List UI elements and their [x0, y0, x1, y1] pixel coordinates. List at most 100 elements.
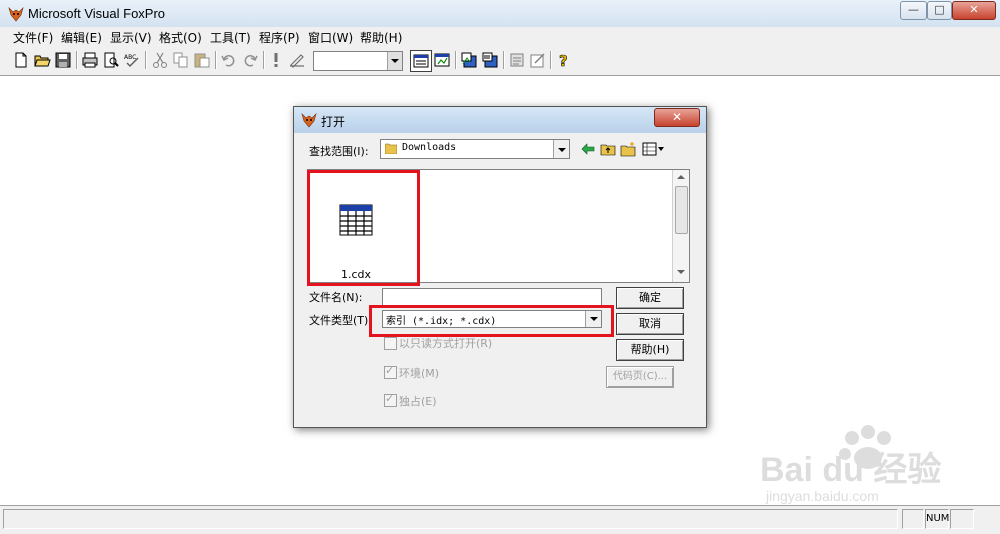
- up-folder-icon[interactable]: [600, 141, 616, 157]
- new-icon: [15, 52, 27, 68]
- save-icon: [55, 52, 71, 68]
- toolbar-combo[interactable]: [313, 51, 403, 71]
- open-button[interactable]: [32, 50, 52, 70]
- toolbar-separator: [550, 51, 552, 69]
- new-folder-icon[interactable]: [620, 141, 636, 157]
- open-dialog: 打开 ✕ 查找范围(I): Downloads 1.cdx 文件名(N): 文件…: [293, 106, 707, 428]
- menu-tools[interactable]: 工具(T): [210, 29, 251, 46]
- title-bar: Microsoft Visual FoxPro — □ ✕: [0, 0, 1000, 28]
- print-preview-icon: [104, 52, 119, 68]
- redo-button[interactable]: [240, 50, 260, 70]
- print-button[interactable]: [80, 50, 100, 70]
- filename-label: 文件名(N):: [309, 291, 363, 304]
- toolbar-separator: [76, 51, 78, 69]
- spell-check-button[interactable]: ABC: [122, 50, 142, 70]
- foxpro-icon: [301, 112, 317, 128]
- standard-toolbar: ABC ?: [0, 45, 1000, 76]
- toolbar-separator: [145, 51, 147, 69]
- status-cell-caps: [950, 509, 974, 529]
- cut-icon: [153, 52, 167, 68]
- code-button[interactable]: [507, 50, 527, 70]
- readonly-label: 以只读方式打开(R): [399, 337, 493, 350]
- menu-bar: 文件(F) 编辑(E) 显示(V) 格式(O) 工具(T) 程序(P) 窗口(W…: [0, 27, 1000, 45]
- filename-input[interactable]: [382, 288, 602, 306]
- toolbar-separator: [503, 51, 505, 69]
- view-menu-icon[interactable]: [642, 141, 666, 157]
- status-message: [3, 509, 898, 529]
- code-icon: [510, 53, 524, 67]
- help-dialog-button[interactable]: 帮助(H): [616, 339, 684, 361]
- report-designer-button[interactable]: [480, 50, 500, 70]
- codepage-button[interactable]: 代码页(C)...: [606, 366, 674, 388]
- toolbar-separator: [215, 51, 217, 69]
- readonly-checkbox[interactable]: [384, 337, 397, 350]
- modify-form-button[interactable]: [287, 50, 307, 70]
- close-button[interactable]: ✕: [952, 1, 996, 20]
- status-cell-ins: [902, 509, 924, 529]
- spell-check-icon: ABC: [124, 54, 139, 68]
- environment-checkbox[interactable]: [384, 364, 397, 379]
- help-button[interactable]: ?: [554, 50, 574, 70]
- run-icon: [274, 53, 278, 67]
- chevron-down-icon[interactable]: [553, 140, 569, 158]
- print-icon: [82, 52, 98, 68]
- svg-text:?: ?: [559, 52, 568, 69]
- status-bar: NUM: [0, 505, 1000, 534]
- menu-view[interactable]: 显示(V): [110, 29, 152, 46]
- highlight-box-file: [307, 170, 420, 286]
- look-in-combo[interactable]: Downloads: [380, 139, 570, 159]
- copy-icon: [173, 52, 188, 68]
- cut-button[interactable]: [150, 50, 170, 70]
- main-window: Microsoft Visual FoxPro — □ ✕ 文件(F) 编辑(E…: [0, 0, 1000, 534]
- undo-button[interactable]: [219, 50, 239, 70]
- minimize-button[interactable]: —: [900, 1, 927, 20]
- menu-window[interactable]: 窗口(W): [308, 29, 353, 46]
- scroll-thumb[interactable]: [675, 186, 688, 234]
- cancel-button[interactable]: 取消: [616, 313, 684, 335]
- environment-label: 环境(M): [399, 367, 440, 380]
- menu-program[interactable]: 程序(P): [259, 29, 300, 46]
- dialog-close-button[interactable]: ✕: [654, 108, 700, 127]
- status-cell-num: NUM: [925, 509, 949, 529]
- file-list-scrollbar[interactable]: [672, 170, 689, 282]
- command-window-button[interactable]: [410, 50, 432, 72]
- chevron-down-icon[interactable]: [387, 52, 402, 70]
- properties-icon: [530, 53, 545, 68]
- highlight-box-filetype: [369, 305, 614, 337]
- menu-file[interactable]: 文件(F): [13, 29, 53, 46]
- form-designer-button[interactable]: [459, 50, 479, 70]
- foxpro-icon: [8, 6, 24, 22]
- watermark-brand: Bai du 经验: [760, 451, 942, 489]
- paste-icon: [194, 53, 210, 68]
- svg-text:ABC: ABC: [124, 54, 136, 61]
- open-icon: [34, 55, 51, 67]
- report-designer-icon: [482, 52, 498, 68]
- look-in-value: Downloads: [402, 142, 457, 153]
- run-button[interactable]: [266, 50, 286, 70]
- modify-form-icon: [290, 54, 304, 68]
- data-session-button[interactable]: [432, 50, 452, 70]
- filetype-label: 文件类型(T): [309, 314, 369, 327]
- menu-edit[interactable]: 编辑(E): [61, 29, 102, 46]
- new-button[interactable]: [11, 50, 31, 70]
- maximize-button[interactable]: □: [927, 1, 952, 20]
- paste-button[interactable]: [192, 50, 212, 70]
- folder-icon: [385, 143, 397, 154]
- copy-button[interactable]: [171, 50, 191, 70]
- menu-format[interactable]: 格式(O): [159, 29, 202, 46]
- watermark: Bai du 经验 jingyan.baidu.com: [760, 420, 1000, 510]
- exclusive-checkbox[interactable]: [384, 392, 397, 407]
- exclusive-label: 独占(E): [399, 395, 437, 408]
- save-button[interactable]: [53, 50, 73, 70]
- form-designer-icon: [461, 52, 477, 68]
- toolbar-separator: [455, 51, 457, 69]
- ok-button[interactable]: 确定: [616, 287, 684, 309]
- properties-button[interactable]: [528, 50, 548, 70]
- menu-help[interactable]: 帮助(H): [360, 29, 402, 46]
- data-session-icon: [434, 53, 450, 67]
- help-icon: ?: [559, 52, 568, 69]
- window-title: Microsoft Visual FoxPro: [28, 6, 166, 21]
- print-preview-button[interactable]: [101, 50, 121, 70]
- back-icon[interactable]: [580, 141, 596, 157]
- watermark-url: jingyan.baidu.com: [766, 488, 879, 504]
